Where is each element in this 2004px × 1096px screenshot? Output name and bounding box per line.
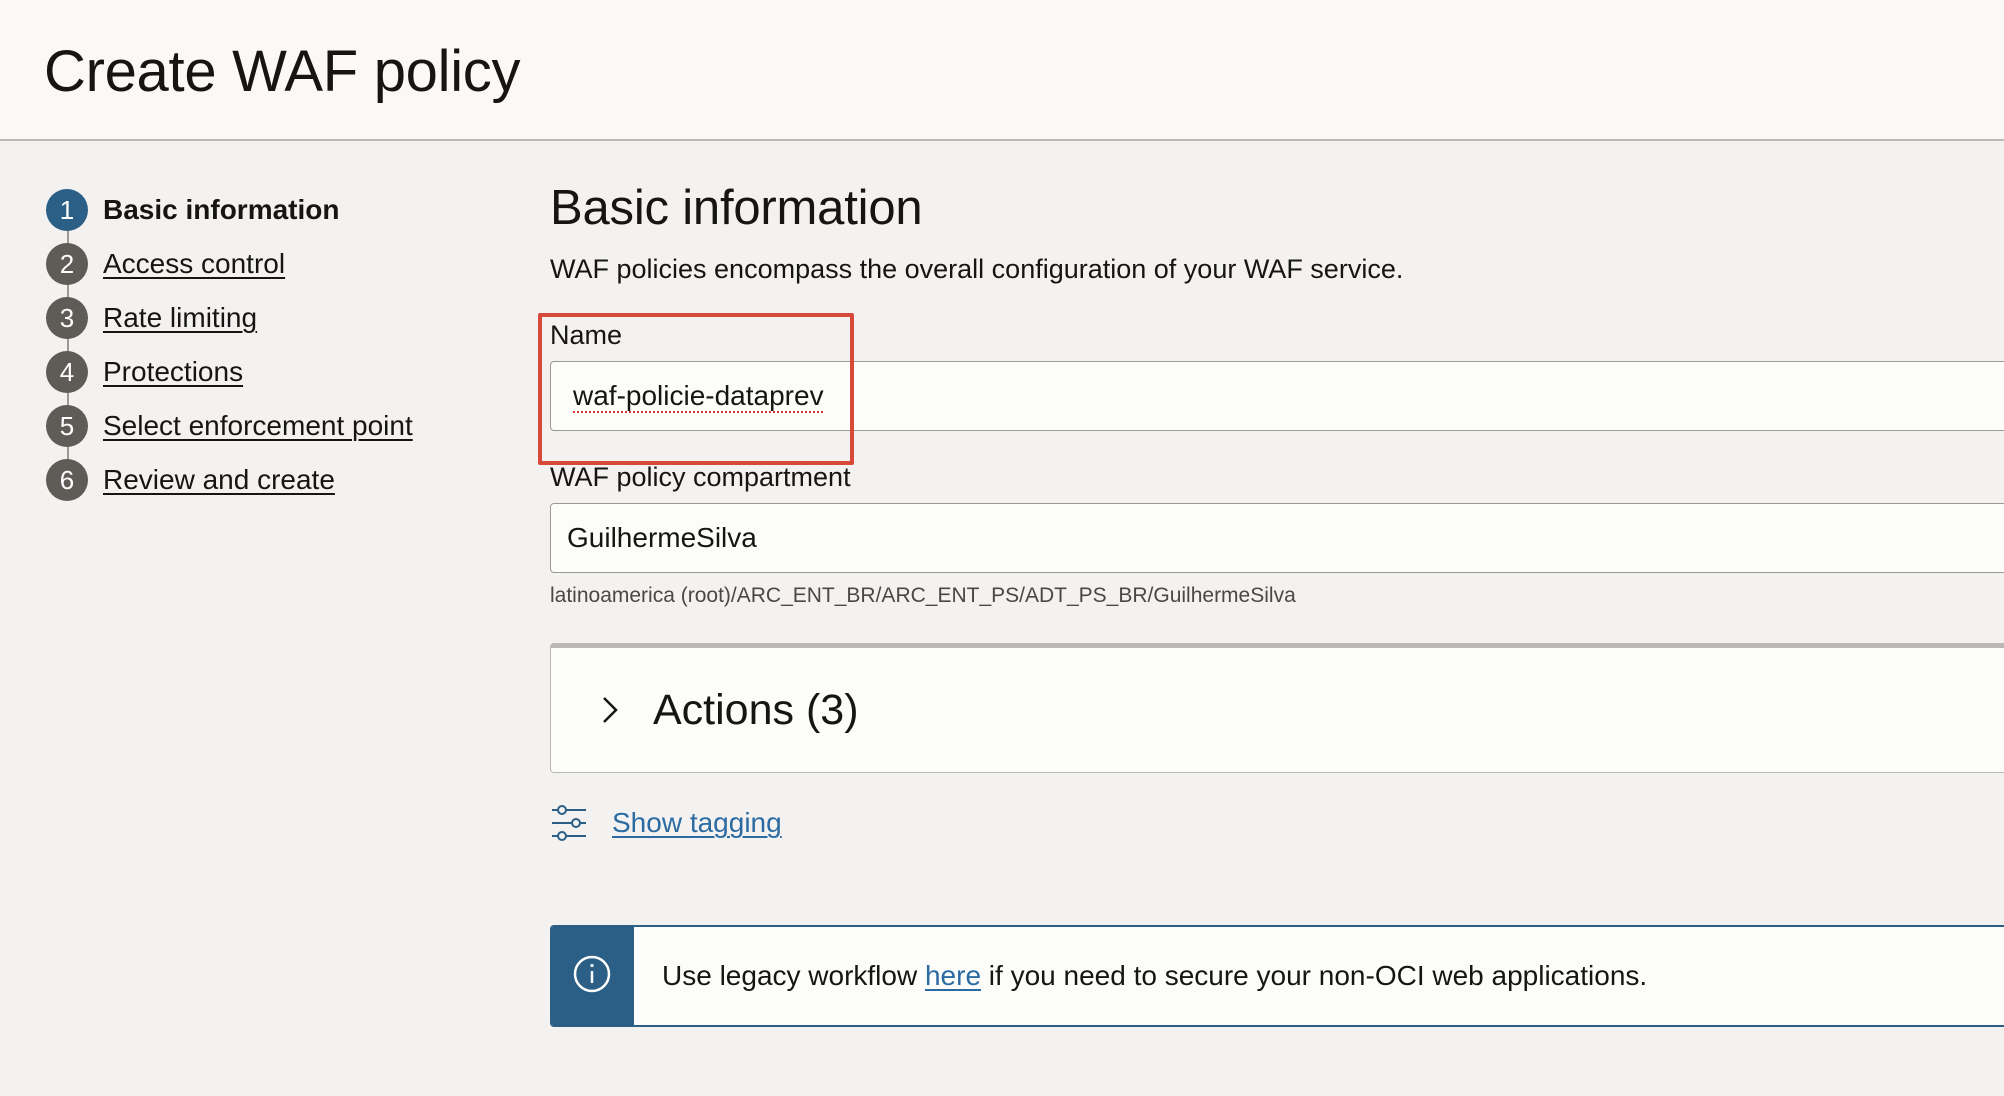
step-number: 5 xyxy=(46,405,88,447)
sliders-icon xyxy=(550,804,588,842)
show-tagging-label[interactable]: Show tagging xyxy=(612,807,782,839)
step-label[interactable]: Access control xyxy=(103,248,285,280)
step-select-enforcement-point[interactable]: 5 Select enforcement point xyxy=(46,399,516,453)
name-input-value: waf-policie-dataprev xyxy=(573,380,824,411)
step-label[interactable]: Select enforcement point xyxy=(103,410,413,442)
step-review-and-create[interactable]: 6 Review and create xyxy=(46,453,516,507)
step-label[interactable]: Protections xyxy=(103,356,243,388)
compartment-path: latinoamerica (root)/ARC_ENT_BR/ARC_ENT_… xyxy=(550,584,1296,607)
main-content: Basic information WAF policies encompass… xyxy=(550,180,2004,285)
step-basic-information: 1 Basic information xyxy=(46,183,516,237)
name-label: Name xyxy=(550,320,623,350)
info-banner-bar xyxy=(550,927,634,1025)
step-label[interactable]: Review and create xyxy=(103,464,335,496)
section-description: WAF policies encompass the overall confi… xyxy=(550,254,1404,284)
info-circle-icon xyxy=(572,954,612,999)
info-message-suffix: if you need to secure your non-OCI web a… xyxy=(981,960,1648,991)
info-banner: Use legacy workflow here if you need to … xyxy=(550,925,2004,1027)
step-number: 1 xyxy=(46,189,88,231)
page-header: Create WAF policy xyxy=(0,0,2004,141)
chevron-right-icon xyxy=(601,693,623,727)
info-message-prefix: Use legacy workflow xyxy=(662,960,925,991)
step-number: 2 xyxy=(46,243,88,285)
page-title: Create WAF policy xyxy=(44,39,521,104)
step-number: 4 xyxy=(46,351,88,393)
step-label[interactable]: Rate limiting xyxy=(103,302,257,334)
page: Create WAF policy 1 Basic information 2 … xyxy=(0,0,2004,1096)
legacy-workflow-link[interactable]: here xyxy=(925,960,981,991)
step-access-control[interactable]: 2 Access control xyxy=(46,237,516,291)
step-rate-limiting[interactable]: 3 Rate limiting xyxy=(46,291,516,345)
step-number: 3 xyxy=(46,297,88,339)
compartment-select[interactable]: GuilhermeSilva xyxy=(550,503,2004,573)
name-input[interactable]: waf-policie-dataprev xyxy=(550,361,2004,431)
wizard-steps: 1 Basic information 2 Access control 3 R… xyxy=(46,183,516,507)
compartment-label: WAF policy compartment xyxy=(550,462,851,492)
actions-title: Actions (3) xyxy=(653,685,859,734)
info-message: Use legacy workflow here if you need to … xyxy=(662,960,1647,992)
step-number: 6 xyxy=(46,459,88,501)
step-label: Basic information xyxy=(103,194,340,225)
show-tagging-link[interactable]: Show tagging xyxy=(550,804,782,842)
section-title: Basic information xyxy=(550,181,923,235)
compartment-select-value: GuilhermeSilva xyxy=(567,522,757,553)
actions-expander[interactable]: Actions (3) xyxy=(550,643,2004,773)
step-protections[interactable]: 4 Protections xyxy=(46,345,516,399)
